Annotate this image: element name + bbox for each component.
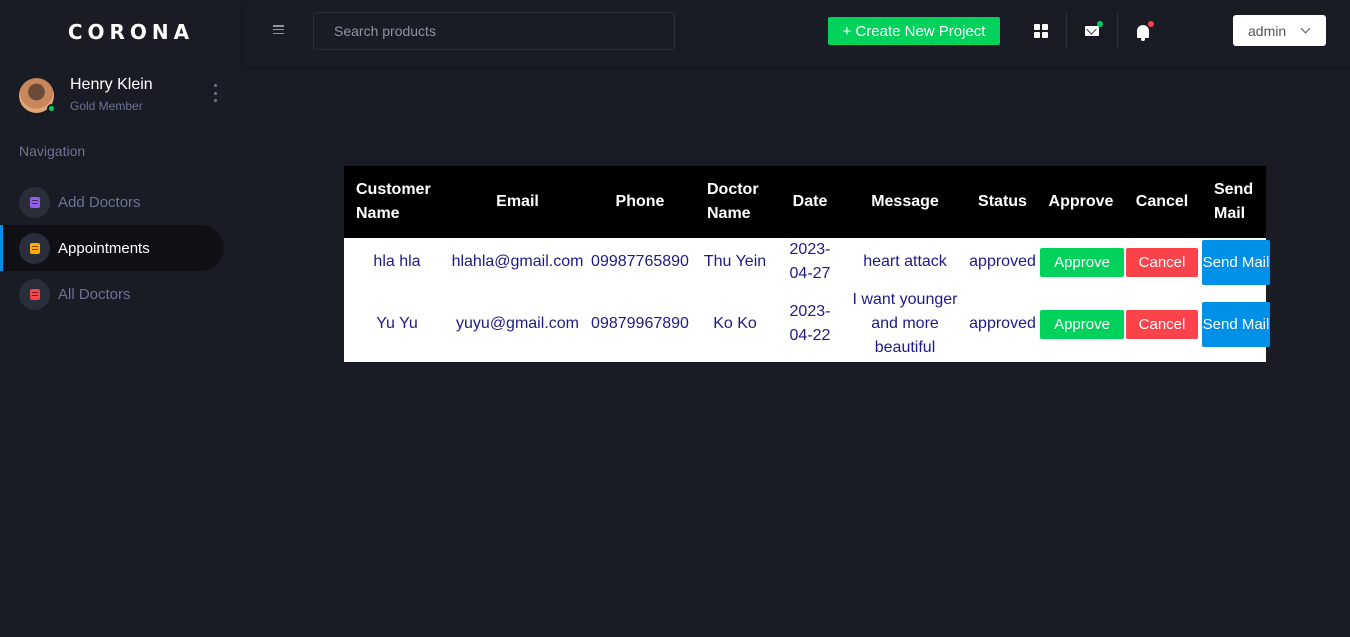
avatar[interactable] — [19, 78, 56, 113]
sidebar-item-label: Appointments — [58, 239, 150, 257]
table-row: hla hla hlahla@gmail.com 09987765890 Thu… — [344, 238, 1270, 286]
table-header-row: Customer Name Email Phone Doctor Name Da… — [344, 166, 1266, 238]
document-icon — [19, 278, 50, 310]
sidebar-item-appointments[interactable]: Appointments — [0, 225, 224, 271]
table-row: Yu Yu yuyu@gmail.com 09879967890 Ko Ko 2… — [344, 286, 1270, 362]
online-status-dot — [47, 104, 56, 113]
user-profile: Henry Klein Gold Member — [19, 76, 229, 116]
cell-send-mail: Send Mail — [1202, 286, 1270, 362]
cell-approve: Approve — [1040, 286, 1124, 362]
cell-date: 2023-04-27 — [775, 238, 845, 286]
profile-role: Gold Member — [70, 99, 143, 113]
user-dropdown-button[interactable]: admin — [1233, 15, 1326, 46]
brand-name[interactable]: CORONA — [68, 20, 194, 44]
cell-doctor-name: Thu Yein — [695, 238, 775, 286]
sidebar: CORONA Henry Klein Gold Member Navigatio… — [0, 0, 244, 637]
top-navbar: + Create New Project admin — [244, 0, 1350, 66]
cell-email: hlahla@gmail.com — [450, 238, 585, 286]
cell-send-mail: Send Mail — [1202, 238, 1270, 286]
cell-doctor-name: Ko Ko — [695, 286, 775, 362]
header-cancel: Cancel — [1122, 166, 1202, 238]
cancel-button[interactable]: Cancel — [1126, 247, 1198, 277]
sidebar-item-add-doctors[interactable]: Add Doctors — [0, 179, 224, 225]
cell-message: I want younger and more beautiful — [845, 286, 965, 362]
mail-badge — [1097, 21, 1103, 27]
mail-icon[interactable] — [1077, 14, 1107, 48]
header-email: Email — [450, 166, 585, 238]
search-input[interactable] — [313, 12, 675, 50]
cell-phone: 09879967890 — [585, 286, 695, 362]
divider — [1066, 12, 1067, 50]
more-options-icon[interactable] — [209, 84, 221, 102]
document-icon — [19, 232, 50, 264]
header-doctor-name: Doctor Name — [695, 166, 775, 238]
user-dropdown-label: admin — [1248, 22, 1287, 39]
cell-cancel: Cancel — [1122, 238, 1202, 286]
notification-badge — [1148, 21, 1154, 27]
bell-icon[interactable] — [1128, 14, 1158, 48]
sidebar-item-label: Add Doctors — [58, 193, 141, 211]
approve-button[interactable]: Approve — [1040, 309, 1124, 339]
header-phone: Phone — [585, 166, 695, 238]
header-customer-name: Customer Name — [344, 166, 450, 238]
brand-logo[interactable]: CORONA — [0, 0, 244, 64]
cell-date: 2023-04-22 — [775, 286, 845, 362]
cell-approve: Approve — [1040, 238, 1124, 286]
document-icon — [19, 186, 50, 218]
navigation-label: Navigation — [19, 143, 86, 159]
profile-name: Henry Klein — [70, 76, 153, 93]
cell-customer-name: hla hla — [344, 238, 450, 286]
header-send-mail: Send Mail — [1202, 166, 1266, 238]
header-date: Date — [775, 166, 845, 238]
cell-status: approved — [965, 238, 1040, 286]
chevron-down-icon — [1300, 23, 1311, 34]
cell-cancel: Cancel — [1122, 286, 1202, 362]
send-mail-button[interactable]: Send Mail — [1202, 239, 1270, 285]
sidebar-item-all-doctors[interactable]: All Doctors — [0, 271, 224, 317]
divider — [1117, 12, 1118, 50]
appointments-table: Customer Name Email Phone Doctor Name Da… — [344, 166, 1270, 362]
approve-button[interactable]: Approve — [1040, 247, 1124, 277]
header-message: Message — [845, 166, 965, 238]
apps-grid-icon[interactable] — [1026, 14, 1056, 48]
menu-toggle-icon[interactable] — [273, 25, 284, 34]
header-approve: Approve — [1040, 166, 1122, 238]
cancel-button[interactable]: Cancel — [1126, 309, 1198, 339]
cell-customer-name: Yu Yu — [344, 286, 450, 362]
header-status: Status — [965, 166, 1040, 238]
cell-status: approved — [965, 286, 1040, 362]
cell-phone: 09987765890 — [585, 238, 695, 286]
create-new-project-button[interactable]: + Create New Project — [828, 17, 1000, 45]
sidebar-item-label: All Doctors — [58, 285, 131, 303]
send-mail-button[interactable]: Send Mail — [1202, 301, 1270, 347]
cell-message: heart attack — [845, 238, 965, 286]
cell-email: yuyu@gmail.com — [450, 286, 585, 362]
